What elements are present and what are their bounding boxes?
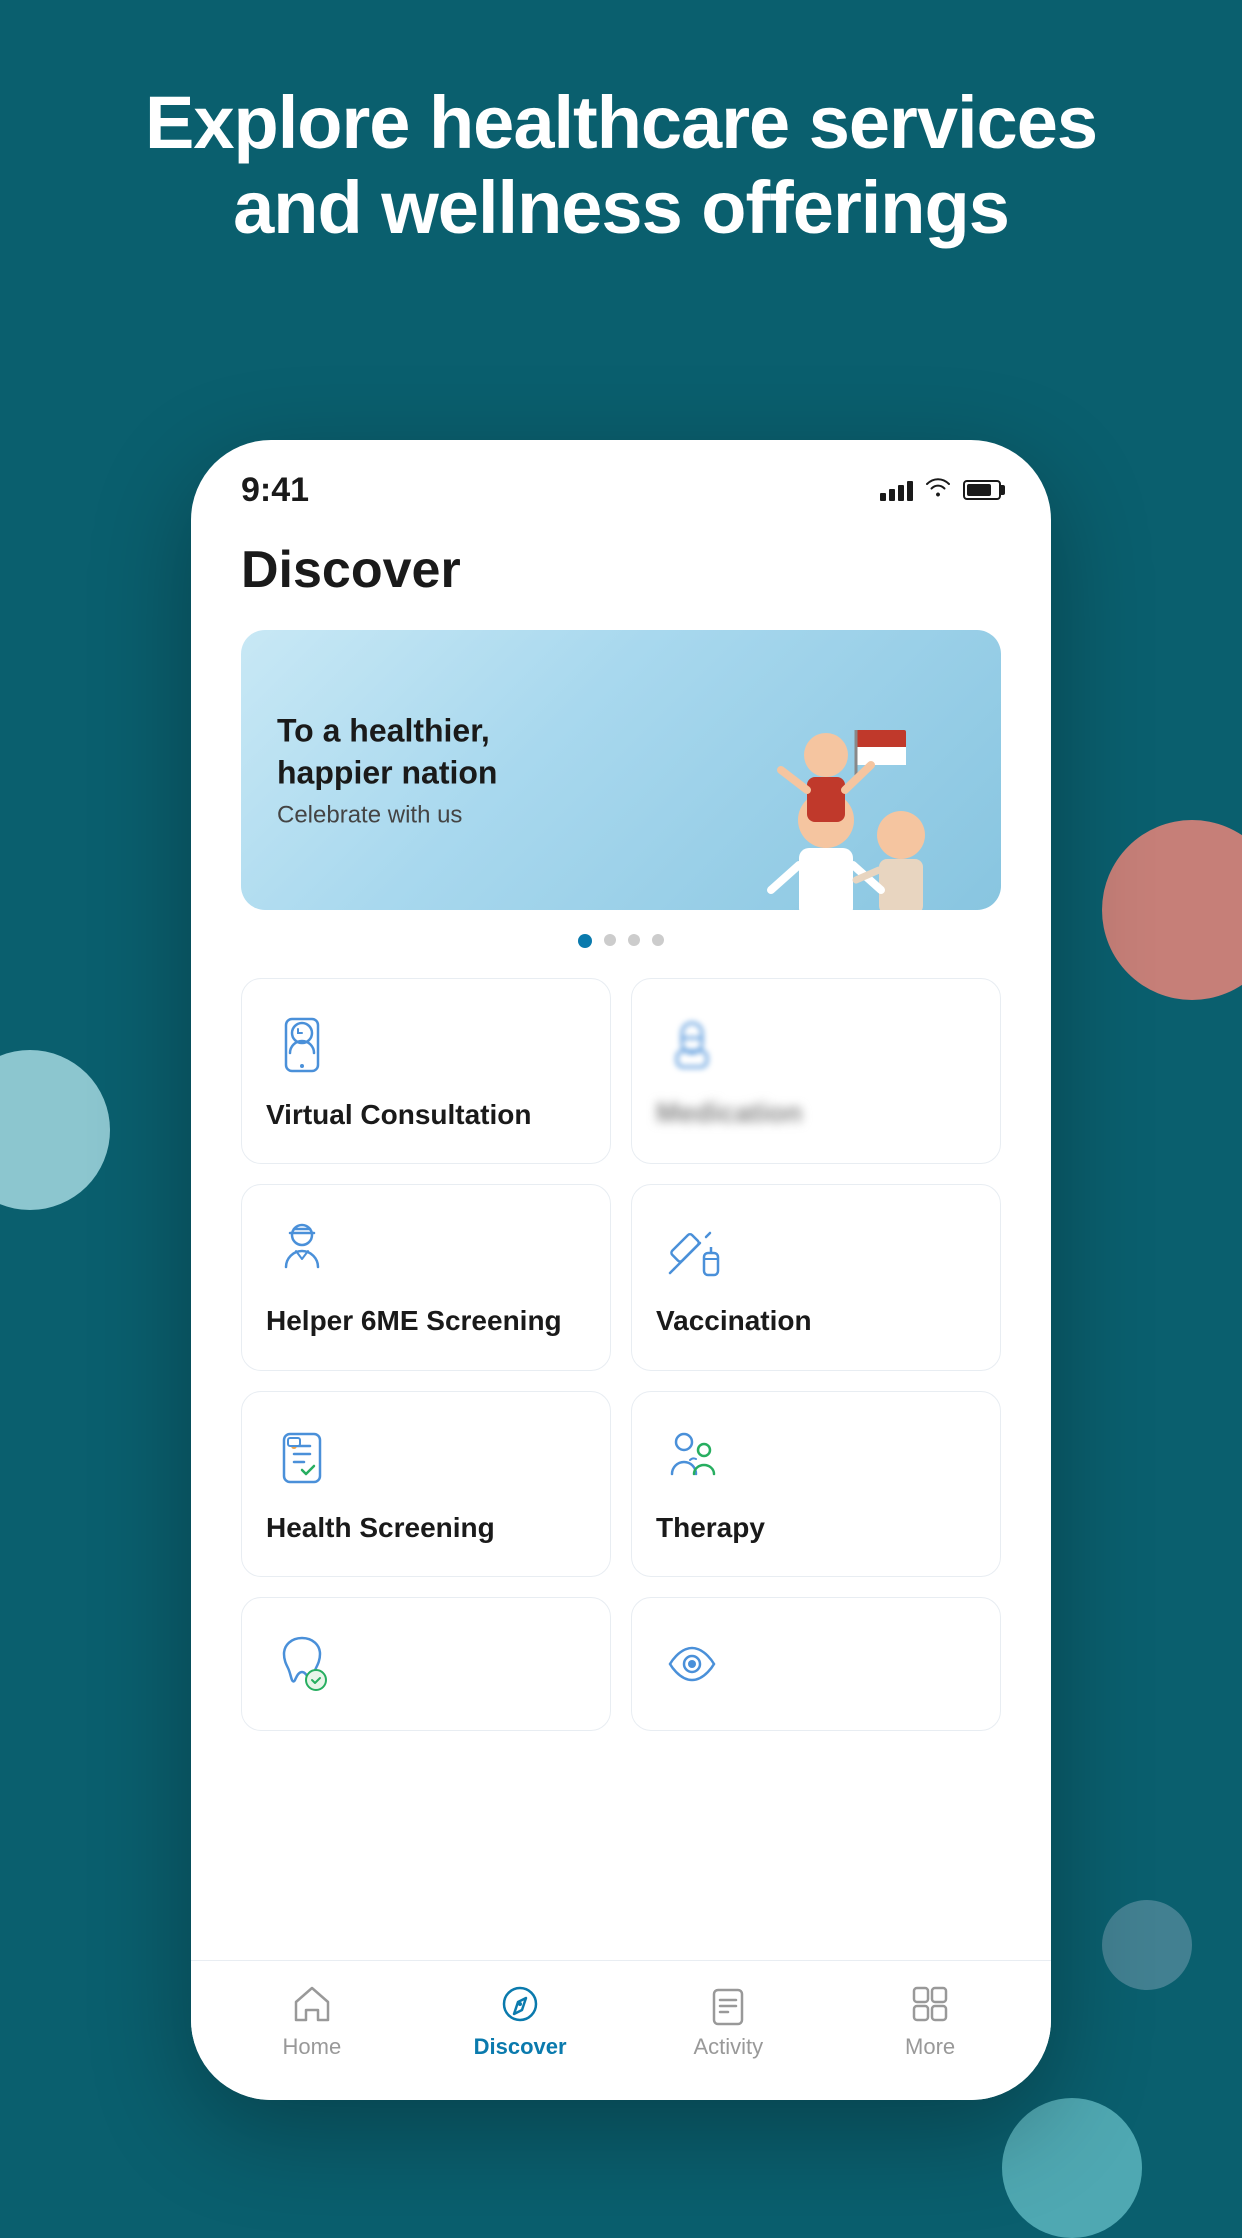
- nav-activity[interactable]: Activity: [688, 1982, 768, 2060]
- phone-frame: 9:41 Discover To a healthier,happier n: [191, 440, 1051, 2100]
- service-card-eye[interactable]: [631, 1597, 1001, 1731]
- banner-text: To a healthier,happier nation Celebrate …: [277, 710, 497, 829]
- dot-4[interactable]: [652, 934, 664, 946]
- health-screening-icon: [266, 1422, 338, 1494]
- nav-home[interactable]: Home: [272, 1982, 352, 2060]
- service-card-helper-screening[interactable]: Helper 6ME Screening: [241, 1184, 611, 1370]
- bottom-navigation: Home Discover Activity: [191, 1960, 1051, 2100]
- service-grid: Virtual Consultation Medication: [241, 978, 1001, 1731]
- dot-1[interactable]: [578, 934, 592, 948]
- banner-title: To a healthier,happier nation: [277, 710, 497, 793]
- service-label-virtual-consultation: Virtual Consultation: [266, 1097, 532, 1133]
- therapy-icon: [656, 1422, 728, 1494]
- battery-icon: [963, 480, 1001, 500]
- banner-subtitle: Celebrate with us: [277, 802, 497, 830]
- dot-3[interactable]: [628, 934, 640, 946]
- service-label-therapy: Therapy: [656, 1510, 765, 1546]
- service-card-medication[interactable]: Medication: [631, 978, 1001, 1164]
- dental-icon: [266, 1628, 338, 1700]
- signal-icon: [880, 479, 913, 501]
- phone-content: Discover To a healthier,happier nation C…: [191, 520, 1051, 2100]
- nav-discover[interactable]: Discover: [474, 1982, 567, 2060]
- nav-more-label: More: [905, 2034, 955, 2060]
- service-card-vaccination[interactable]: Vaccination: [631, 1184, 1001, 1370]
- family-illustration: [671, 650, 991, 910]
- bg-decoration-gray: [1102, 1900, 1192, 1990]
- service-card-dental[interactable]: [241, 1597, 611, 1731]
- bg-decoration-lightblue: [0, 1050, 110, 1210]
- banner-image: [661, 630, 1001, 910]
- vaccination-icon: [656, 1215, 728, 1287]
- service-label-medication: Medication: [656, 1097, 802, 1129]
- discover-icon: [498, 1982, 542, 2026]
- phone-doctor-icon: [266, 1009, 338, 1081]
- service-card-therapy[interactable]: Therapy: [631, 1391, 1001, 1577]
- header-title: Explore healthcare services and wellness…: [100, 80, 1142, 250]
- nav-discover-label: Discover: [474, 2034, 567, 2060]
- nav-home-label: Home: [283, 2034, 342, 2060]
- bg-decoration-teal: [1002, 2098, 1142, 2238]
- service-label-health-screening: Health Screening: [266, 1510, 495, 1546]
- dot-2[interactable]: [604, 934, 616, 946]
- header-section: Explore healthcare services and wellness…: [0, 80, 1242, 250]
- helper-icon: [266, 1215, 338, 1287]
- service-label-helper-screening: Helper 6ME Screening: [266, 1303, 562, 1339]
- status-time: 9:41: [241, 471, 309, 510]
- eye-icon: [656, 1628, 728, 1700]
- banner-pagination: [241, 934, 1001, 948]
- status-icons: [880, 476, 1001, 504]
- medication-icon: [656, 1009, 728, 1081]
- more-icon: [908, 1982, 952, 2026]
- activity-icon: [706, 1982, 750, 2026]
- hero-banner[interactable]: To a healthier,happier nation Celebrate …: [241, 630, 1001, 910]
- service-card-health-screening[interactable]: Health Screening: [241, 1391, 611, 1577]
- bg-decoration-red: [1102, 820, 1242, 1000]
- wifi-icon: [925, 476, 951, 504]
- status-bar: 9:41: [191, 440, 1051, 520]
- page-title: Discover: [241, 540, 1001, 600]
- nav-more[interactable]: More: [890, 1982, 970, 2060]
- home-icon: [290, 1982, 334, 2026]
- nav-activity-label: Activity: [693, 2034, 763, 2060]
- service-card-virtual-consultation[interactable]: Virtual Consultation: [241, 978, 611, 1164]
- service-label-vaccination: Vaccination: [656, 1303, 812, 1339]
